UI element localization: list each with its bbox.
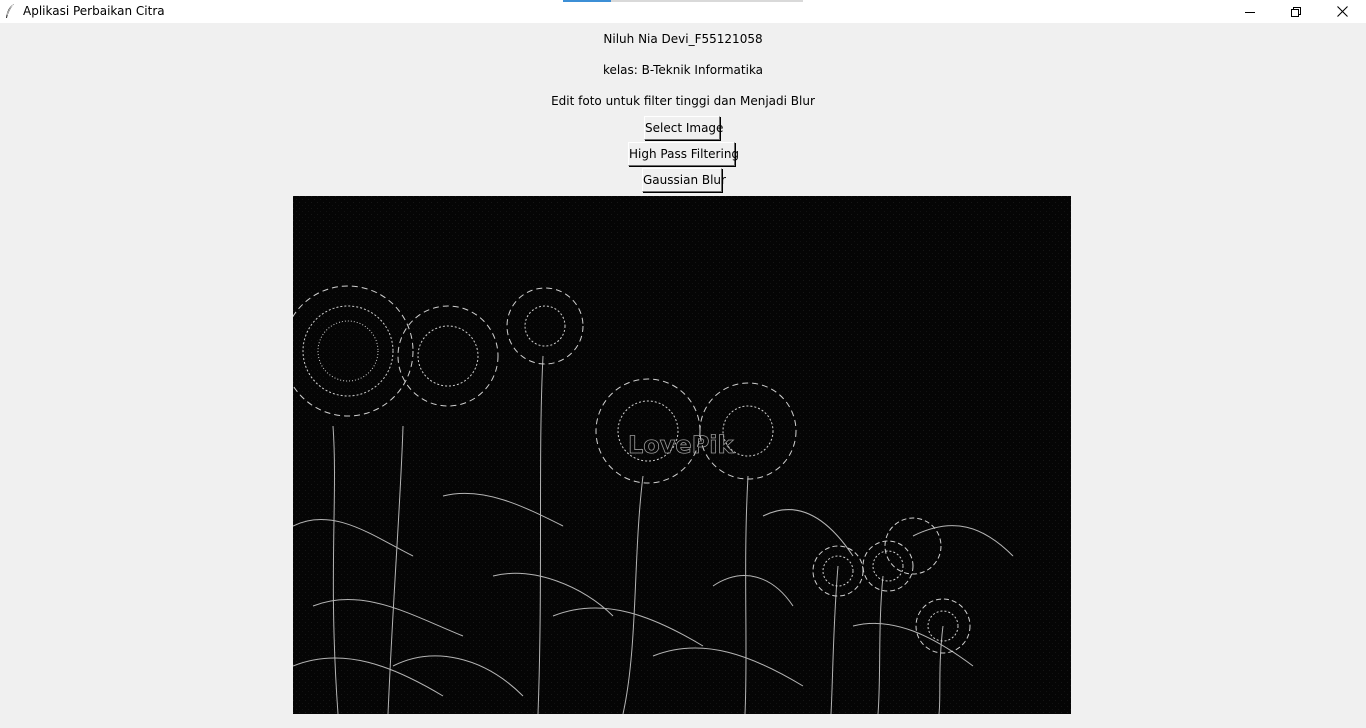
taskbar-peek-active xyxy=(563,0,611,2)
close-button[interactable] xyxy=(1319,0,1365,23)
feather-icon xyxy=(6,4,14,18)
taskbar-peek-indicator xyxy=(563,0,803,2)
window-title: Aplikasi Perbaikan Citra xyxy=(23,4,165,18)
close-icon xyxy=(1336,6,1348,17)
restore-button[interactable] xyxy=(1273,0,1319,23)
minimize-icon xyxy=(1245,11,1255,13)
high-pass-filtering-button[interactable]: High Pass Filtering xyxy=(628,142,739,166)
image-display: LovePik xyxy=(293,196,1071,714)
restore-icon xyxy=(1291,6,1301,17)
class-label: kelas: B-Teknik Informatika xyxy=(602,63,764,77)
watermark-text: LovePik xyxy=(628,431,735,459)
description-label: Edit foto untuk filter tinggi dan Menjad… xyxy=(551,94,815,108)
gaussian-blur-button[interactable]: Gaussian Blur xyxy=(642,168,726,192)
select-image-button[interactable]: Select Image xyxy=(644,116,723,140)
filtered-sunflower-image: LovePik xyxy=(293,196,1071,714)
minimize-button[interactable] xyxy=(1227,0,1273,23)
title-bar[interactable]: Aplikasi Perbaikan Citra xyxy=(0,0,1366,23)
student-name-label: Niluh Nia Devi_F55121058 xyxy=(603,32,763,46)
